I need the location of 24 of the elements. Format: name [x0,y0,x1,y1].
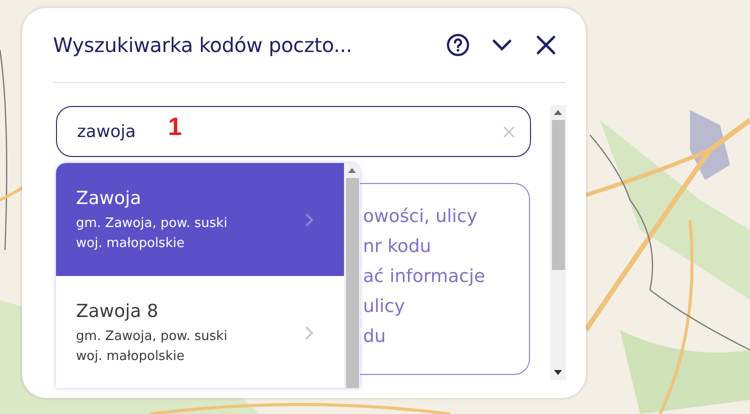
info-text: ać informacje [363,266,486,287]
result-detail: gm. Zawoja, pow. suski [76,214,228,232]
close-icon[interactable] [534,33,558,57]
scroll-up-icon[interactable] [348,168,356,173]
help-icon[interactable] [446,33,470,57]
scrollbar[interactable] [344,163,360,388]
result-item[interactable]: Zawoja gm. Zawoja, pow. suski woj. małopolskie [56,163,344,276]
panel-title: Wyszukiwarka kodów poczto... [53,33,352,57]
result-item[interactable]: Zawoja 8 gm. Zawoja, pow. suski woj. małopolskie [56,276,344,388]
scroll-up-icon[interactable] [554,110,562,115]
result-detail: woj. małopolskie [76,234,186,252]
chevron-right-icon [304,324,314,340]
result-name: Zawoja [76,186,142,210]
chevron-right-icon [304,212,314,228]
scrollbar[interactable] [550,105,566,380]
result-detail: gm. Zawoja, pow. suski [76,328,228,346]
scroll-down-icon[interactable] [554,370,562,375]
info-text: owości, ulicy [363,206,478,227]
info-text: ulicy [363,296,406,317]
info-text: du [363,326,387,347]
annotation-number: 1 [168,113,182,142]
result-name: Zawoja 8 [76,300,160,324]
info-text: nr kodu [363,236,432,257]
result-detail: woj. małopolskie [76,348,186,366]
